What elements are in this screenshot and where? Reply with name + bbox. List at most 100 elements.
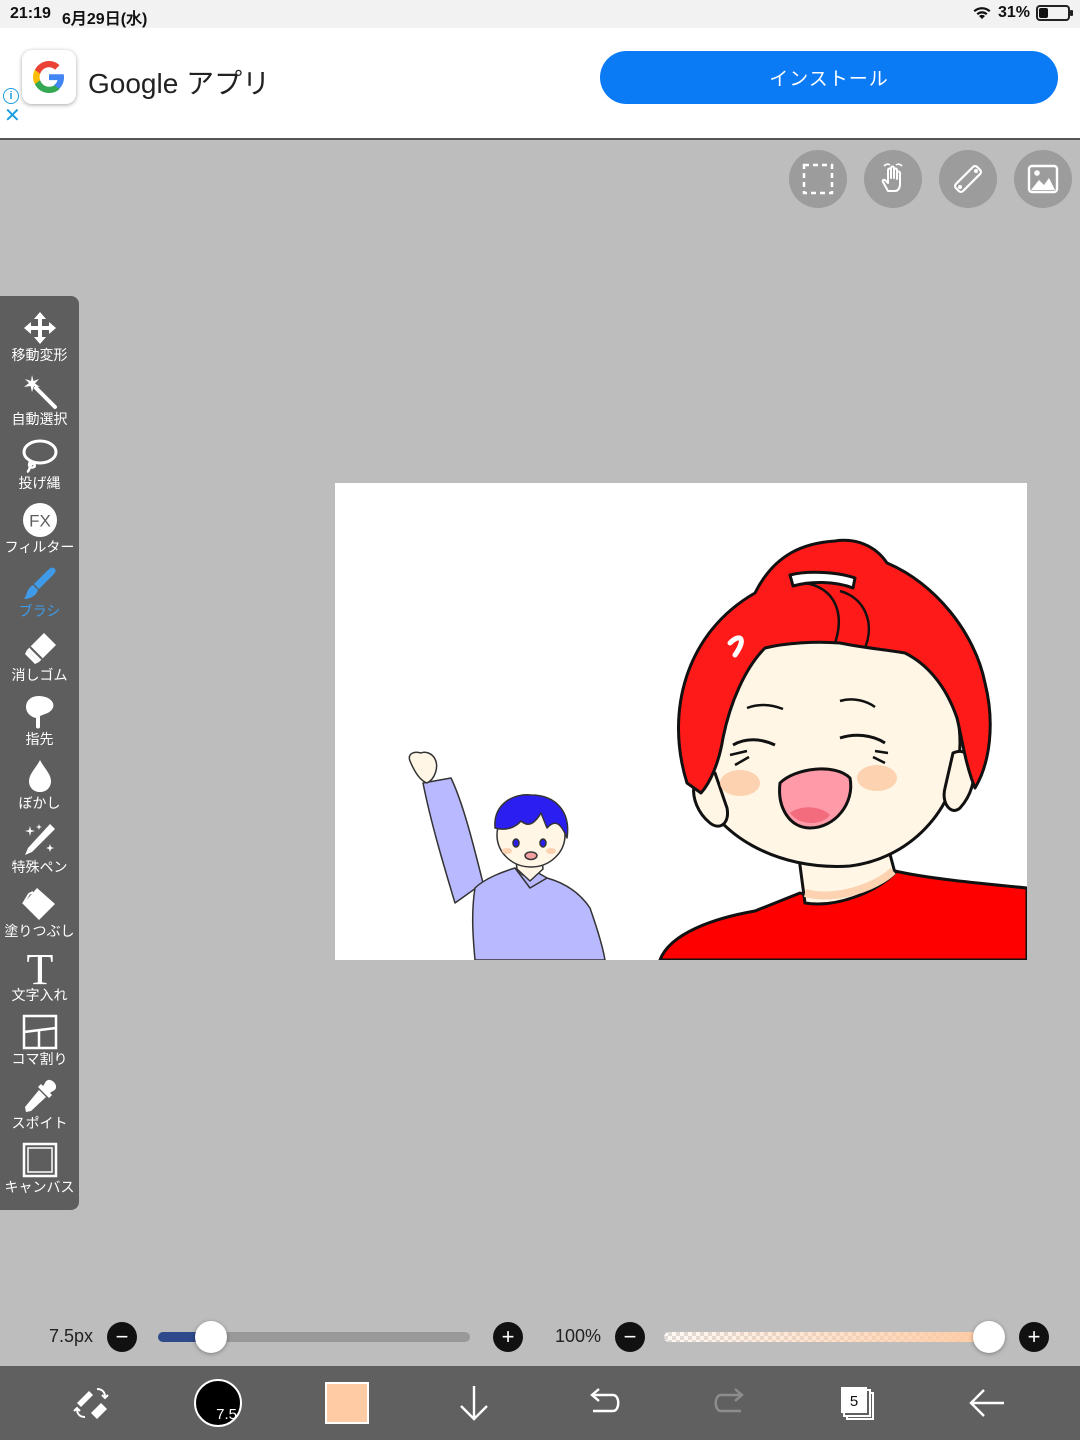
ruler-button[interactable] bbox=[939, 150, 997, 208]
brush-icon bbox=[23, 567, 56, 599]
status-time: 21:19 bbox=[10, 5, 51, 22]
save-down-button[interactable] bbox=[452, 1366, 496, 1440]
opacity-thumb[interactable] bbox=[973, 1321, 1005, 1353]
tool-label: ブラシ bbox=[18, 603, 61, 619]
brush-size-preview-button[interactable]: 7.5 bbox=[192, 1366, 244, 1440]
tool-eyedropper[interactable]: スポイト bbox=[0, 1076, 79, 1140]
tool-special-pen[interactable]: 特殊ペン bbox=[0, 820, 79, 884]
arrow-down-icon bbox=[460, 1386, 488, 1421]
tool-frame-divider[interactable]: コマ割り bbox=[0, 1012, 79, 1076]
filter-glyph: FX bbox=[29, 512, 51, 531]
layers-button[interactable]: 5 bbox=[834, 1366, 880, 1440]
tool-label: スポイト bbox=[11, 1115, 68, 1131]
brush-size-thumb[interactable] bbox=[195, 1321, 228, 1353]
ruler-icon bbox=[954, 165, 982, 193]
material-button[interactable] bbox=[1014, 150, 1072, 208]
filter-icon: FX bbox=[22, 503, 57, 537]
tool-label: 特殊ペン bbox=[11, 859, 68, 875]
tool-fill[interactable]: 塗りつぶし bbox=[0, 884, 79, 948]
tool-brush[interactable]: ブラシ bbox=[0, 564, 79, 628]
opacity-decrease-button[interactable]: − bbox=[615, 1322, 645, 1352]
ad-app-title[interactable]: Google アプリ bbox=[88, 62, 270, 102]
text-icon: T bbox=[26, 948, 53, 988]
battery-level bbox=[1039, 8, 1049, 18]
finger-icon bbox=[25, 695, 53, 729]
artwork bbox=[408, 538, 1027, 960]
ad-banner[interactable]: Google アプリ インストール i ✕ bbox=[0, 28, 1080, 140]
tool-canvas[interactable]: キャンバス bbox=[0, 1140, 79, 1204]
tool-label: 塗りつぶし bbox=[4, 923, 75, 939]
hand-icon bbox=[881, 163, 903, 192]
tool-label: 自動選択 bbox=[11, 411, 68, 427]
opacity-label: 100% bbox=[555, 1326, 602, 1346]
wifi-icon bbox=[973, 7, 991, 19]
tool-text[interactable]: T 文字入れ bbox=[0, 948, 79, 1012]
tool-label: 移動変形 bbox=[11, 347, 68, 363]
brush-size-badge: 7.5 bbox=[216, 1406, 237, 1423]
eraser-icon bbox=[24, 633, 56, 664]
tool-label: 指先 bbox=[25, 731, 54, 747]
close-icon[interactable]: ✕ bbox=[4, 106, 21, 126]
opacity-slider[interactable] bbox=[664, 1332, 989, 1342]
tool-label: キャンバス bbox=[4, 1179, 75, 1195]
large-character bbox=[658, 538, 1027, 960]
layer-count: 5 bbox=[850, 1393, 858, 1410]
tool-label: 消しゴム bbox=[11, 667, 68, 683]
tool-lasso[interactable]: 投げ縄 bbox=[0, 436, 79, 500]
brush-size-decrease-button[interactable]: − bbox=[107, 1322, 137, 1352]
brush-size-label: 7.5px bbox=[49, 1326, 94, 1346]
tool-move-transform[interactable]: 移動変形 bbox=[0, 308, 79, 372]
move-icon bbox=[23, 312, 56, 344]
special-pen-icon bbox=[24, 824, 55, 855]
arrow-left-icon bbox=[969, 1389, 1004, 1417]
tool-palette: 移動変形 自動選択 投げ縄 FX フィルター ブラシ 消しゴム 指先 ぼかし 特… bbox=[0, 296, 79, 1210]
material-icon bbox=[1027, 164, 1059, 194]
hand-button[interactable] bbox=[864, 150, 922, 208]
layers-icon: 5 bbox=[841, 1387, 874, 1420]
google-app-icon[interactable] bbox=[22, 50, 76, 104]
tool-label: ぼかし bbox=[18, 795, 61, 811]
tool-magic-wand[interactable]: 自動選択 bbox=[0, 372, 79, 436]
redo-icon bbox=[714, 1388, 744, 1413]
tool-label: 投げ縄 bbox=[18, 475, 61, 491]
text-glyph: T bbox=[26, 948, 53, 988]
small-character bbox=[408, 751, 606, 960]
tool-label: 文字入れ bbox=[11, 987, 68, 1003]
opacity-increase-button[interactable]: + bbox=[1019, 1322, 1049, 1352]
current-color-button[interactable] bbox=[322, 1366, 372, 1440]
magic-wand-icon bbox=[23, 375, 57, 409]
undo-icon bbox=[590, 1388, 620, 1413]
tool-eraser[interactable]: 消しゴム bbox=[0, 628, 79, 692]
status-indicators: 31% bbox=[972, 4, 1073, 22]
status-date: 6月29日(水) bbox=[62, 11, 148, 28]
eyedropper-icon bbox=[24, 1079, 56, 1112]
brush-size-increase-button[interactable]: + bbox=[493, 1322, 523, 1352]
status-bar: 21:19 6月29日(水) 31% bbox=[0, 0, 1080, 28]
fill-icon bbox=[21, 888, 55, 920]
canvas-icon bbox=[22, 1142, 57, 1178]
tool-filter[interactable]: FX フィルター bbox=[0, 500, 79, 564]
pen-eraser-swap-icon bbox=[73, 1388, 109, 1419]
swap-tool-button[interactable] bbox=[62, 1366, 120, 1440]
drawing-canvas[interactable] bbox=[335, 483, 1027, 960]
tool-label: フィルター bbox=[4, 539, 75, 555]
back-button[interactable] bbox=[964, 1366, 1010, 1440]
tool-label: コマ割り bbox=[11, 1051, 68, 1067]
install-button[interactable]: インストール bbox=[600, 51, 1058, 104]
redo-button[interactable] bbox=[708, 1366, 754, 1440]
undo-button[interactable] bbox=[580, 1366, 626, 1440]
blur-icon bbox=[28, 760, 51, 792]
battery-icon bbox=[1036, 5, 1073, 21]
selection-icon bbox=[802, 163, 834, 195]
brush-preview-dot: 7.5 bbox=[194, 1379, 242, 1427]
color-swatch bbox=[325, 1382, 369, 1424]
google-g-logo bbox=[33, 61, 64, 93]
tool-blur[interactable]: ぼかし bbox=[0, 756, 79, 820]
info-icon[interactable]: i bbox=[3, 88, 19, 104]
lasso-icon bbox=[22, 439, 57, 474]
battery-percent: 31% bbox=[997, 4, 1030, 21]
selection-button[interactable] bbox=[789, 150, 847, 208]
frame-divider-icon bbox=[22, 1014, 57, 1050]
bottom-bar bbox=[0, 1366, 1080, 1440]
tool-finger[interactable]: 指先 bbox=[0, 692, 79, 756]
